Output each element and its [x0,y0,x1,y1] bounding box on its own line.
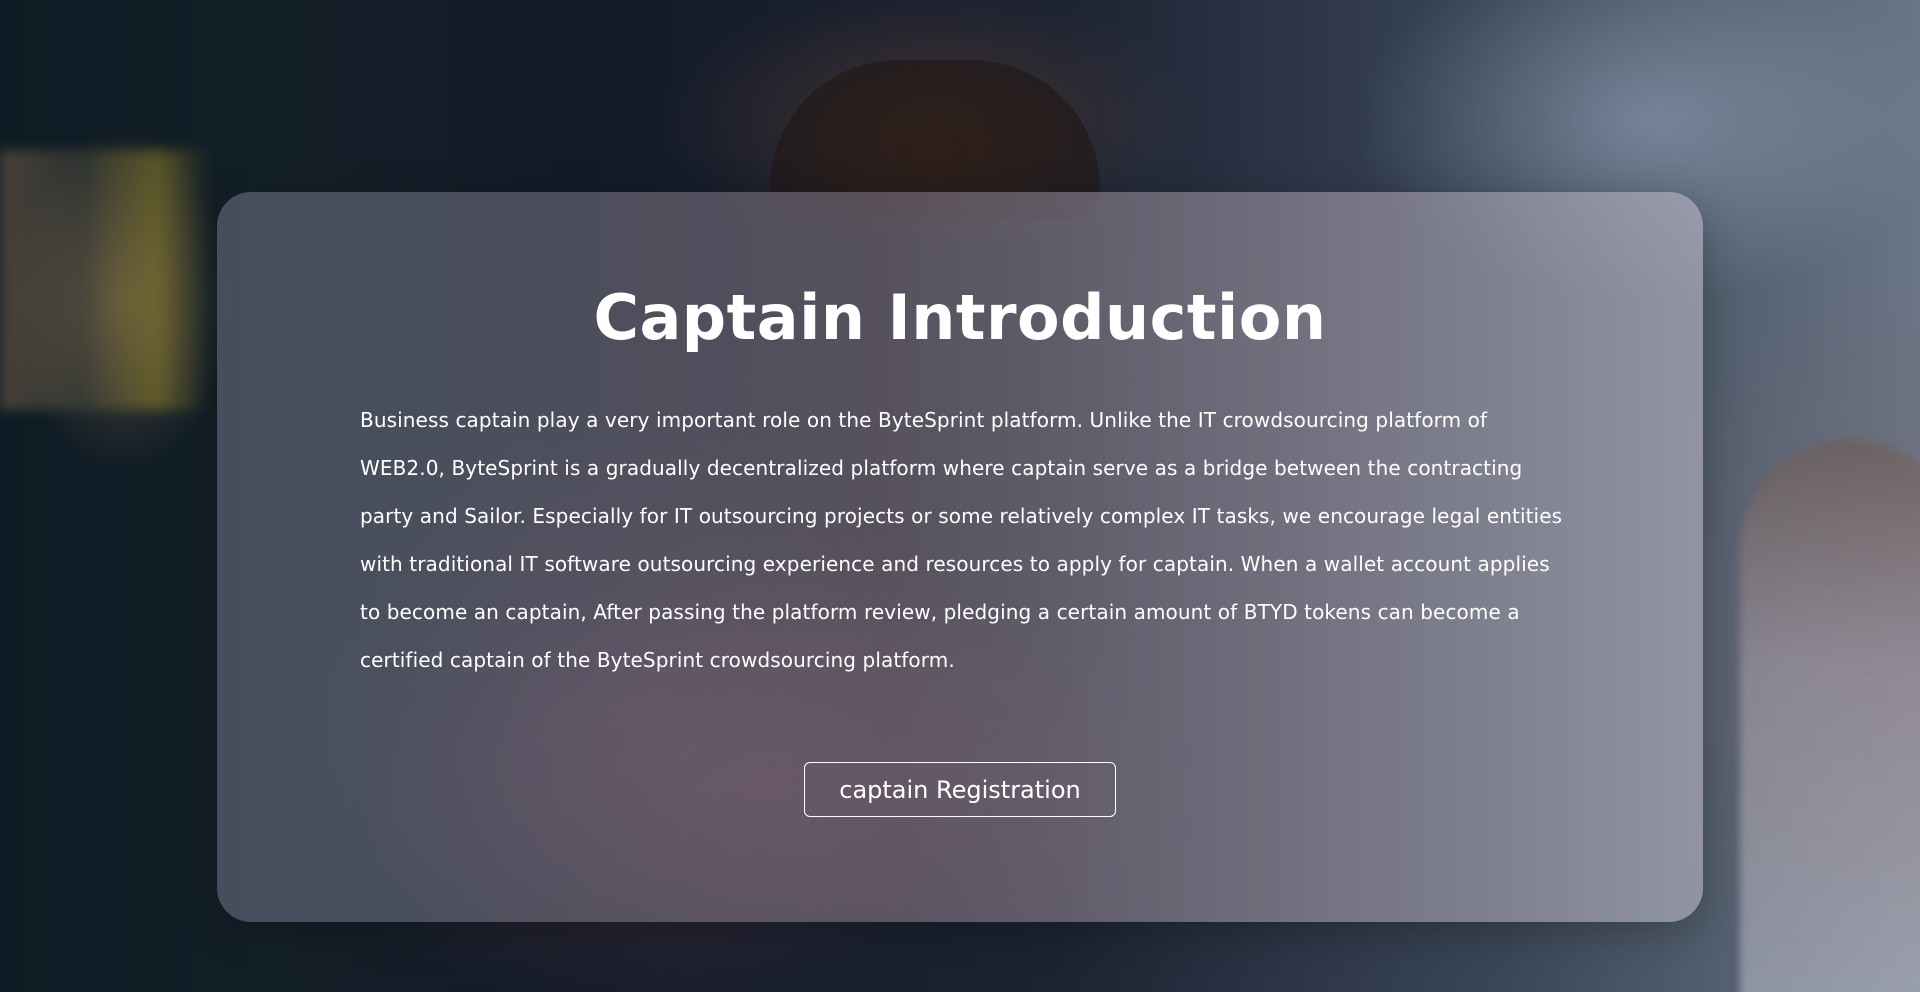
captain-intro-card: Captain Introduction Business captain pl… [217,192,1703,922]
background-bookshelf [0,150,210,410]
captain-registration-button[interactable]: captain Registration [804,762,1116,817]
intro-paragraph: Business captain play a very important r… [360,408,1563,672]
background-person-right [1740,440,1920,992]
page-title: Captain Introduction [593,281,1327,354]
page: Captain Introduction Business captain pl… [0,0,1920,992]
